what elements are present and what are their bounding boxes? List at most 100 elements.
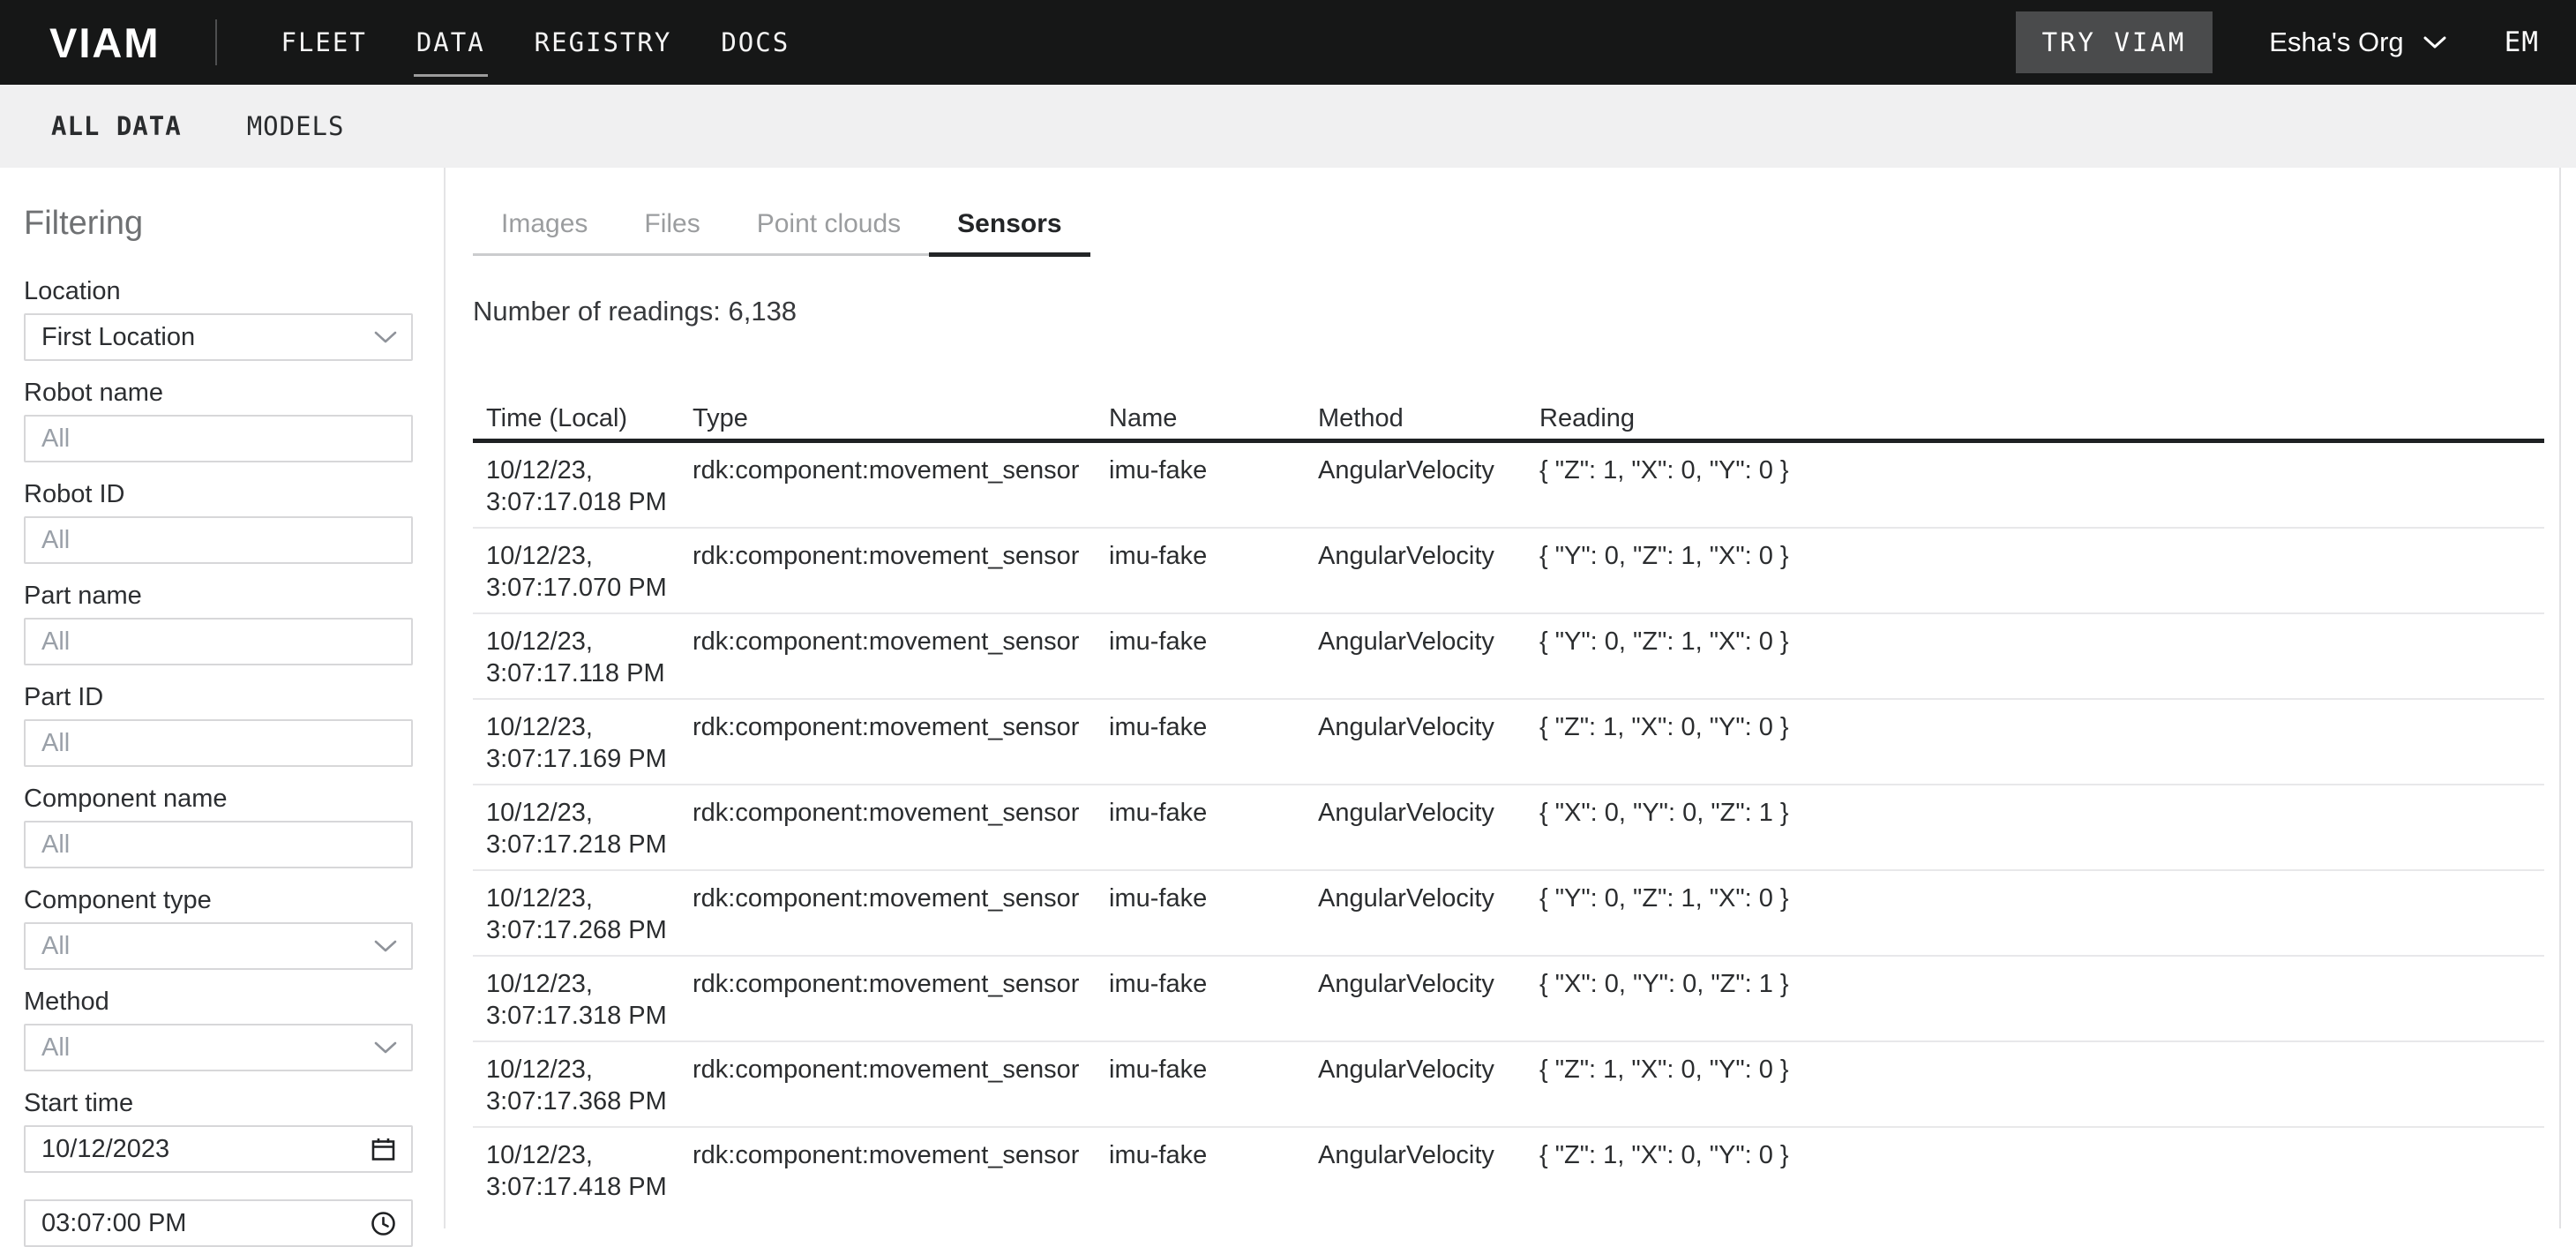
part-id-label: Part ID bbox=[24, 682, 412, 712]
field-method: Method All bbox=[24, 987, 412, 1071]
try-viam-button[interactable]: TRY VIAM bbox=[2016, 11, 2213, 73]
table-row: 10/12/23, 3:07:17.318 PM rdk:component:m… bbox=[473, 956, 2544, 1041]
component-name-input[interactable] bbox=[24, 821, 413, 868]
column-header-reading: Reading bbox=[1539, 402, 2544, 441]
table-header: Time (Local) Type Name Method Reading bbox=[473, 402, 2544, 441]
cell-type: rdk:component:movement_sensor bbox=[693, 441, 1109, 529]
cell-name: imu-fake bbox=[1109, 613, 1318, 699]
tab-point-clouds[interactable]: Point clouds bbox=[729, 208, 929, 253]
start-date-value: 10/12/2023 bbox=[41, 1135, 169, 1164]
cell-name: imu-fake bbox=[1109, 699, 1318, 785]
chevron-down-icon bbox=[374, 1041, 397, 1055]
column-header-name: Name bbox=[1109, 402, 1318, 441]
sensor-table-body: 10/12/23, 3:07:17.018 PM rdk:component:m… bbox=[473, 441, 2544, 1213]
part-name-input[interactable] bbox=[24, 618, 413, 665]
component-type-select-value: All bbox=[41, 932, 374, 961]
table-row: 10/12/23, 3:07:17.218 PM rdk:component:m… bbox=[473, 785, 2544, 870]
cell-method: AngularVelocity bbox=[1318, 613, 1539, 699]
table-row: 10/12/23, 3:07:17.418 PM rdk:component:m… bbox=[473, 1127, 2544, 1212]
cell-reading: { "Y": 0, "Z": 1, "X": 0 } bbox=[1539, 613, 2544, 699]
cell-name: imu-fake bbox=[1109, 956, 1318, 1041]
data-panel: Images Files Point clouds Sensors Number… bbox=[446, 168, 2576, 1228]
chevron-down-icon bbox=[374, 331, 397, 344]
cell-name: imu-fake bbox=[1109, 1041, 1318, 1127]
cell-reading: { "Y": 0, "Z": 1, "X": 0 } bbox=[1539, 870, 2544, 956]
tab-files[interactable]: Files bbox=[616, 208, 728, 253]
start-time-value: 03:07:00 PM bbox=[41, 1209, 186, 1238]
cell-reading: { "X": 0, "Y": 0, "Z": 1 } bbox=[1539, 956, 2544, 1041]
viam-logo[interactable]: VIAM bbox=[49, 19, 161, 67]
table-row: 10/12/23, 3:07:17.368 PM rdk:component:m… bbox=[473, 1041, 2544, 1127]
cell-time: 10/12/23, 3:07:17.218 PM bbox=[473, 785, 693, 870]
top-nav: VIAM FLEET DATA REGISTRY DOCS TRY VIAM E… bbox=[0, 0, 2576, 85]
robot-id-input[interactable] bbox=[24, 516, 413, 564]
chevron-down-icon bbox=[2423, 36, 2446, 49]
sub-nav: ALL DATA MODELS bbox=[0, 85, 2576, 168]
column-header-type: Type bbox=[693, 402, 1109, 441]
cell-type: rdk:component:movement_sensor bbox=[693, 1127, 1109, 1212]
cell-time: 10/12/23, 3:07:17.070 PM bbox=[473, 528, 693, 613]
nav-link-data[interactable]: DATA bbox=[414, 27, 488, 57]
robot-name-input[interactable] bbox=[24, 415, 413, 462]
cell-time: 10/12/23, 3:07:17.018 PM bbox=[473, 441, 693, 529]
cell-method: AngularVelocity bbox=[1318, 1041, 1539, 1127]
part-id-input[interactable] bbox=[24, 719, 413, 767]
table-row: 10/12/23, 3:07:17.118 PM rdk:component:m… bbox=[473, 613, 2544, 699]
tab-images[interactable]: Images bbox=[473, 208, 616, 253]
nav-link-fleet[interactable]: FLEET bbox=[279, 27, 370, 57]
tab-all-data[interactable]: ALL DATA bbox=[51, 111, 182, 141]
chevron-down-icon bbox=[374, 940, 397, 953]
cell-type: rdk:component:movement_sensor bbox=[693, 528, 1109, 613]
cell-time: 10/12/23, 3:07:17.118 PM bbox=[473, 613, 693, 699]
start-time-input[interactable]: 03:07:00 PM bbox=[24, 1199, 413, 1247]
robot-name-label: Robot name bbox=[24, 378, 412, 408]
column-header-time: Time (Local) bbox=[473, 402, 693, 441]
field-robot-name: Robot name bbox=[24, 378, 412, 462]
page-scrollbar[interactable] bbox=[2559, 168, 2576, 1228]
method-select[interactable]: All bbox=[24, 1024, 413, 1071]
cell-type: rdk:component:movement_sensor bbox=[693, 785, 1109, 870]
cell-type: rdk:component:movement_sensor bbox=[693, 956, 1109, 1041]
start-time-label: Start time bbox=[24, 1088, 412, 1118]
nav-right: TRY VIAM Esha's Org EM bbox=[2016, 11, 2539, 73]
location-select[interactable]: First Location bbox=[24, 313, 413, 361]
table-row: 10/12/23, 3:07:17.070 PM rdk:component:m… bbox=[473, 528, 2544, 613]
component-type-select[interactable]: All bbox=[24, 922, 413, 970]
table-row: 10/12/23, 3:07:17.268 PM rdk:component:m… bbox=[473, 870, 2544, 956]
cell-type: rdk:component:movement_sensor bbox=[693, 1041, 1109, 1127]
data-type-tabs: Images Files Point clouds Sensors bbox=[473, 208, 1090, 256]
method-select-value: All bbox=[41, 1033, 374, 1063]
filter-sidebar: Filtering Location First Location Robot … bbox=[0, 168, 446, 1228]
cell-reading: { "Z": 1, "X": 0, "Y": 0 } bbox=[1539, 699, 2544, 785]
component-name-label: Component name bbox=[24, 784, 412, 814]
nav-link-registry[interactable]: REGISTRY bbox=[532, 27, 675, 57]
org-switcher[interactable]: Esha's Org bbox=[2269, 26, 2445, 58]
clock-icon[interactable] bbox=[370, 1210, 397, 1237]
cell-type: rdk:component:movement_sensor bbox=[693, 870, 1109, 956]
location-select-value: First Location bbox=[41, 323, 374, 352]
nav-divider bbox=[215, 19, 217, 65]
field-part-name: Part name bbox=[24, 581, 412, 665]
cell-method: AngularVelocity bbox=[1318, 956, 1539, 1041]
nav-link-docs[interactable]: DOCS bbox=[718, 27, 792, 57]
cell-reading: { "Z": 1, "X": 0, "Y": 0 } bbox=[1539, 441, 2544, 529]
cell-reading: { "Z": 1, "X": 0, "Y": 0 } bbox=[1539, 1127, 2544, 1212]
tab-models[interactable]: MODELS bbox=[247, 111, 345, 141]
method-label: Method bbox=[24, 987, 412, 1017]
cell-method: AngularVelocity bbox=[1318, 441, 1539, 529]
tab-sensors[interactable]: Sensors bbox=[929, 208, 1090, 253]
cell-time: 10/12/23, 3:07:17.368 PM bbox=[473, 1041, 693, 1127]
robot-id-label: Robot ID bbox=[24, 479, 412, 509]
calendar-icon[interactable] bbox=[370, 1136, 397, 1163]
part-name-label: Part name bbox=[24, 581, 412, 611]
user-avatar[interactable]: EM bbox=[2505, 26, 2539, 58]
column-header-method: Method bbox=[1318, 402, 1539, 441]
start-date-input[interactable]: 10/12/2023 bbox=[24, 1125, 413, 1173]
cell-name: imu-fake bbox=[1109, 870, 1318, 956]
cell-time: 10/12/23, 3:07:17.318 PM bbox=[473, 956, 693, 1041]
cell-time: 10/12/23, 3:07:17.418 PM bbox=[473, 1127, 693, 1212]
readings-count: Number of readings: 6,138 bbox=[473, 293, 2576, 330]
table-row: 10/12/23, 3:07:17.018 PM rdk:component:m… bbox=[473, 441, 2544, 529]
location-label: Location bbox=[24, 276, 412, 306]
field-component-type: Component type All bbox=[24, 885, 412, 970]
